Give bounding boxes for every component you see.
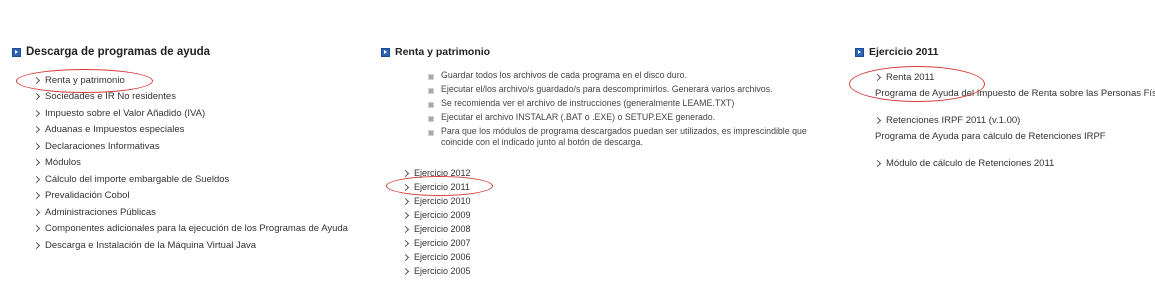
modulo-retenciones-item: Módulo de cálculo de Retenciones 2011 [873,158,1054,169]
bullet-square-icon [428,101,434,108]
year-link-2012[interactable]: Ejercicio 2012 [401,166,471,180]
chevron-right-icon [873,116,882,125]
instruction-item: Ejecutar el archivo INSTALAR (.BAT o .EX… [428,112,810,123]
chevron-right-icon [401,267,410,275]
instruction-item: Para que los módulos de programa descarg… [428,126,810,147]
renta-2011-description: Programa de Ayuda del Impuesto de Renta … [875,88,1155,99]
chevron-right-icon [32,208,41,216]
chevron-right-icon [873,73,882,82]
chevron-right-icon [32,142,41,150]
arrow-box-icon [12,47,21,57]
program-link-administraciones[interactable]: Administraciones Públicas [32,204,348,221]
chevron-right-icon [32,192,41,200]
modulo-retenciones-link[interactable]: Módulo de cálculo de Retenciones 2011 [873,158,1054,169]
chevron-right-icon [401,183,410,191]
instruction-item: Se recomienda ver el archivo de instrucc… [428,98,810,109]
program-link-cobol[interactable]: Prevalidación Cobol [32,188,348,205]
bullet-square-icon [428,129,434,136]
chevron-right-icon [32,175,41,183]
year-link-2011[interactable]: Ejercicio 2011 [401,180,471,194]
chevron-right-icon [401,225,410,233]
year-link-2009[interactable]: Ejercicio 2009 [401,208,471,222]
renta-heading: Renta y patrimonio [381,46,490,58]
ejercicio-heading: Ejercicio 2011 [855,46,938,58]
renta-heading-text: Renta y patrimonio [395,46,491,58]
instruction-item: Guardar todos los archivos de cada progr… [428,70,810,81]
arrow-box-icon [381,47,390,57]
chevron-right-icon [32,159,41,167]
year-link-2010[interactable]: Ejercicio 2010 [401,194,471,208]
chevron-right-icon [401,197,410,205]
programs-list: Renta y patrimonio Sociedades e IR No re… [32,72,348,254]
chevron-right-icon [32,225,41,233]
program-link-iva[interactable]: Impuesto sobre el Valor Añadido (IVA) [32,105,348,122]
chevron-right-icon [32,93,41,101]
program-link-aduanas[interactable]: Aduanas e Impuestos especiales [32,122,348,139]
years-list: Ejercicio 2012 Ejercicio 2011 Ejercicio … [401,166,471,278]
chevron-right-icon [32,126,41,134]
chevron-right-icon [32,241,41,249]
program-link-embargable[interactable]: Cálculo del importe embargable de Sueldo… [32,171,348,188]
chevron-right-icon [401,239,410,247]
bullet-square-icon [428,87,434,94]
year-link-2005[interactable]: Ejercicio 2005 [401,264,471,278]
downloads-heading: Descarga de programas de ayuda [12,46,210,58]
renta-2011-item: Renta 2011 [873,72,934,83]
program-link-declaraciones[interactable]: Declaraciones Informativas [32,138,348,155]
year-link-2006[interactable]: Ejercicio 2006 [401,250,471,264]
program-link-sociedades[interactable]: Sociedades e IR No residentes [32,89,348,106]
program-link-renta[interactable]: Renta y patrimonio [32,72,348,89]
downloads-heading-text: Descarga de programas de ayuda [26,46,211,58]
chevron-right-icon [401,169,410,177]
instructions-list: Guardar todos los archivos de cada progr… [428,70,810,151]
renta-2011-link[interactable]: Renta 2011 [873,72,934,83]
chevron-right-icon [32,76,41,84]
chevron-right-icon [32,109,41,117]
chevron-right-icon [401,253,410,261]
instruction-item: Ejecutar el/los archivo/s guardado/s par… [428,84,810,95]
retenciones-link[interactable]: Retenciones IRPF 2011 (v.1.00) [873,115,1020,126]
ejercicio-heading-text: Ejercicio 2011 [869,46,939,58]
program-link-modulos[interactable]: Módulos [32,155,348,172]
program-link-componentes[interactable]: Componentes adicionales para la ejecució… [32,221,348,238]
program-link-java[interactable]: Descarga e Instalación de la Máquina Vir… [32,237,348,254]
bullet-square-icon [428,115,434,122]
retenciones-description: Programa de Ayuda para cálculo de Retenc… [875,131,1106,142]
chevron-right-icon [401,211,410,219]
year-link-2007[interactable]: Ejercicio 2007 [401,236,471,250]
chevron-right-icon [873,159,882,168]
bullet-square-icon [428,73,434,80]
retenciones-item: Retenciones IRPF 2011 (v.1.00) [873,115,1020,126]
arrow-box-icon [855,47,864,57]
year-link-2008[interactable]: Ejercicio 2008 [401,222,471,236]
